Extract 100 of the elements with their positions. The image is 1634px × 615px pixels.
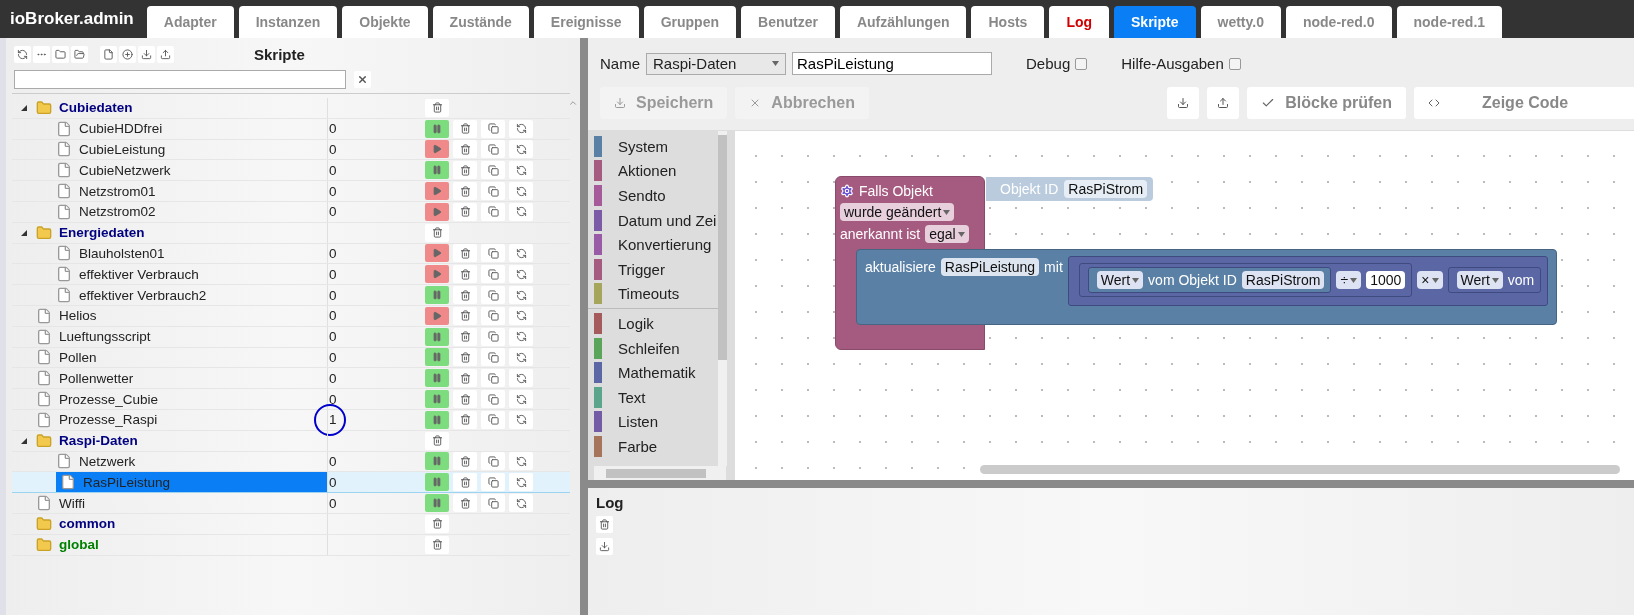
folder-button[interactable] [52,45,69,63]
reload-button[interactable] [509,494,533,513]
script-name[interactable]: Netzwerk [76,452,139,470]
tree-row[interactable]: Energiedaten [12,222,570,244]
object-field[interactable]: RasPiStrom [1241,271,1325,289]
script-name[interactable]: Pollen [56,348,100,366]
tree-row[interactable]: Pollenwetter 0 [12,368,570,390]
delete-button[interactable] [425,223,449,242]
nav-tab[interactable]: node-red.0 [1285,6,1392,38]
toolbox-category[interactable]: Text [588,384,735,410]
toolbox-category[interactable]: Konvertierung [588,232,735,257]
tree-row[interactable]: CubieNetzwerk 0 [12,160,570,182]
play-button[interactable] [425,306,449,325]
toolbox-category[interactable]: System [588,134,735,159]
nav-tab[interactable]: node-red.1 [1396,6,1503,38]
script-name[interactable]: CubieHDDfrei [76,120,166,138]
delete-button[interactable] [453,265,477,284]
script-name[interactable]: Lueftungsscript [56,328,154,346]
pause-button[interactable] [425,390,449,409]
tree-row[interactable]: global [12,534,570,556]
clear-button[interactable] [354,71,371,88]
reload-button[interactable] [509,140,533,159]
toolbox-category[interactable]: Timeouts [588,281,735,307]
delete-button[interactable] [425,98,449,117]
toolbox-category[interactable]: Logik [588,311,735,336]
script-name[interactable]: Netzstrom01 [76,182,159,200]
scrollbar[interactable] [594,466,726,480]
pause-button[interactable] [425,494,449,513]
pause-button[interactable] [425,452,449,471]
object-field[interactable]: RasPiLeistung [940,258,1040,276]
pause-button[interactable] [425,161,449,180]
copy-button[interactable] [481,473,505,492]
copy-button[interactable] [481,369,505,388]
folder-name[interactable]: Raspi-Daten [56,432,141,450]
reload-button[interactable] [509,182,533,201]
delete-button[interactable] [453,140,477,159]
script-name[interactable]: Blauholsten01 [76,244,168,262]
nav-tab[interactable]: Aufzählungen [839,6,967,38]
delete-button[interactable] [425,431,449,450]
tree-row[interactable]: Pollen 0 [12,347,570,369]
reload-button[interactable] [509,348,533,367]
download-log-button[interactable] [596,538,613,555]
delete-button[interactable] [453,410,477,429]
tree-row[interactable]: Cubiedaten [12,98,570,119]
script-name[interactable]: Netzstrom02 [76,203,159,221]
copy-button[interactable] [481,119,505,138]
search-field[interactable] [14,70,346,89]
reload-button[interactable] [509,452,533,471]
delete-button[interactable] [453,119,477,138]
folder-name[interactable]: common [56,515,119,533]
nav-tab[interactable]: Log [1049,6,1110,38]
reload-button[interactable] [509,369,533,388]
dropdown-field[interactable]: egal [925,225,969,243]
tree-row[interactable]: Prozesse_Raspi 1 [12,409,570,431]
copy-button[interactable] [481,494,505,513]
new-file-button[interactable] [100,45,117,63]
expand-icon[interactable] [20,103,28,112]
delete-button[interactable] [453,473,477,492]
object-field[interactable]: RasPiStrom [1064,180,1148,198]
toolbox-category[interactable]: Listen [588,409,735,435]
pause-button[interactable] [425,348,449,367]
dropdown-field[interactable]: ÷ [1336,271,1362,289]
delete-button[interactable] [453,494,477,513]
option-checkbox[interactable]: Hilfe-Ausgaben [1121,55,1241,72]
reload-button[interactable] [509,410,533,429]
delete-button[interactable] [453,286,477,305]
show-code-button[interactable]: Zeige Code [1414,87,1634,119]
delete-button[interactable] [453,452,477,471]
nav-tab[interactable]: wetty.0 [1200,6,1281,38]
delete-button[interactable] [453,390,477,409]
reload-button[interactable] [509,286,533,305]
tree-row[interactable]: Blauholsten01 0 [12,243,570,265]
delete-button[interactable] [453,244,477,263]
script-name[interactable]: Prozesse_Cubie [56,390,162,408]
group-select[interactable]: Raspi-Daten [646,52,786,75]
tree-row[interactable]: Raspi-Daten [12,430,570,452]
reload-button[interactable] [509,327,533,346]
tree-row[interactable]: Helios 0 [12,305,570,327]
expand-icon[interactable] [20,436,28,445]
refresh-button[interactable] [14,45,31,63]
script-name[interactable]: effektiver Verbrauch2 [76,286,210,304]
play-button[interactable] [425,202,449,221]
download-button[interactable] [138,45,155,63]
reload-button[interactable] [509,390,533,409]
copy-button[interactable] [481,161,505,180]
copy-button[interactable] [481,286,505,305]
copy-button[interactable] [481,306,505,325]
nav-tab[interactable]: Hosts [971,6,1045,38]
tree-row[interactable]: effektiver Verbrauch2 0 [12,285,570,306]
copy-button[interactable] [481,265,505,284]
pause-button[interactable] [425,119,449,138]
script-name[interactable]: CubieLeistung [76,141,169,158]
nav-tab[interactable]: Gruppen [643,6,736,38]
copy-button[interactable] [481,140,505,159]
open-folder-button[interactable] [71,45,88,63]
tree-row[interactable]: common [12,513,570,535]
reload-button[interactable] [509,119,533,138]
folder-name[interactable]: Energiedaten [56,224,148,242]
delete-button[interactable] [425,535,449,554]
play-button[interactable] [425,244,449,263]
